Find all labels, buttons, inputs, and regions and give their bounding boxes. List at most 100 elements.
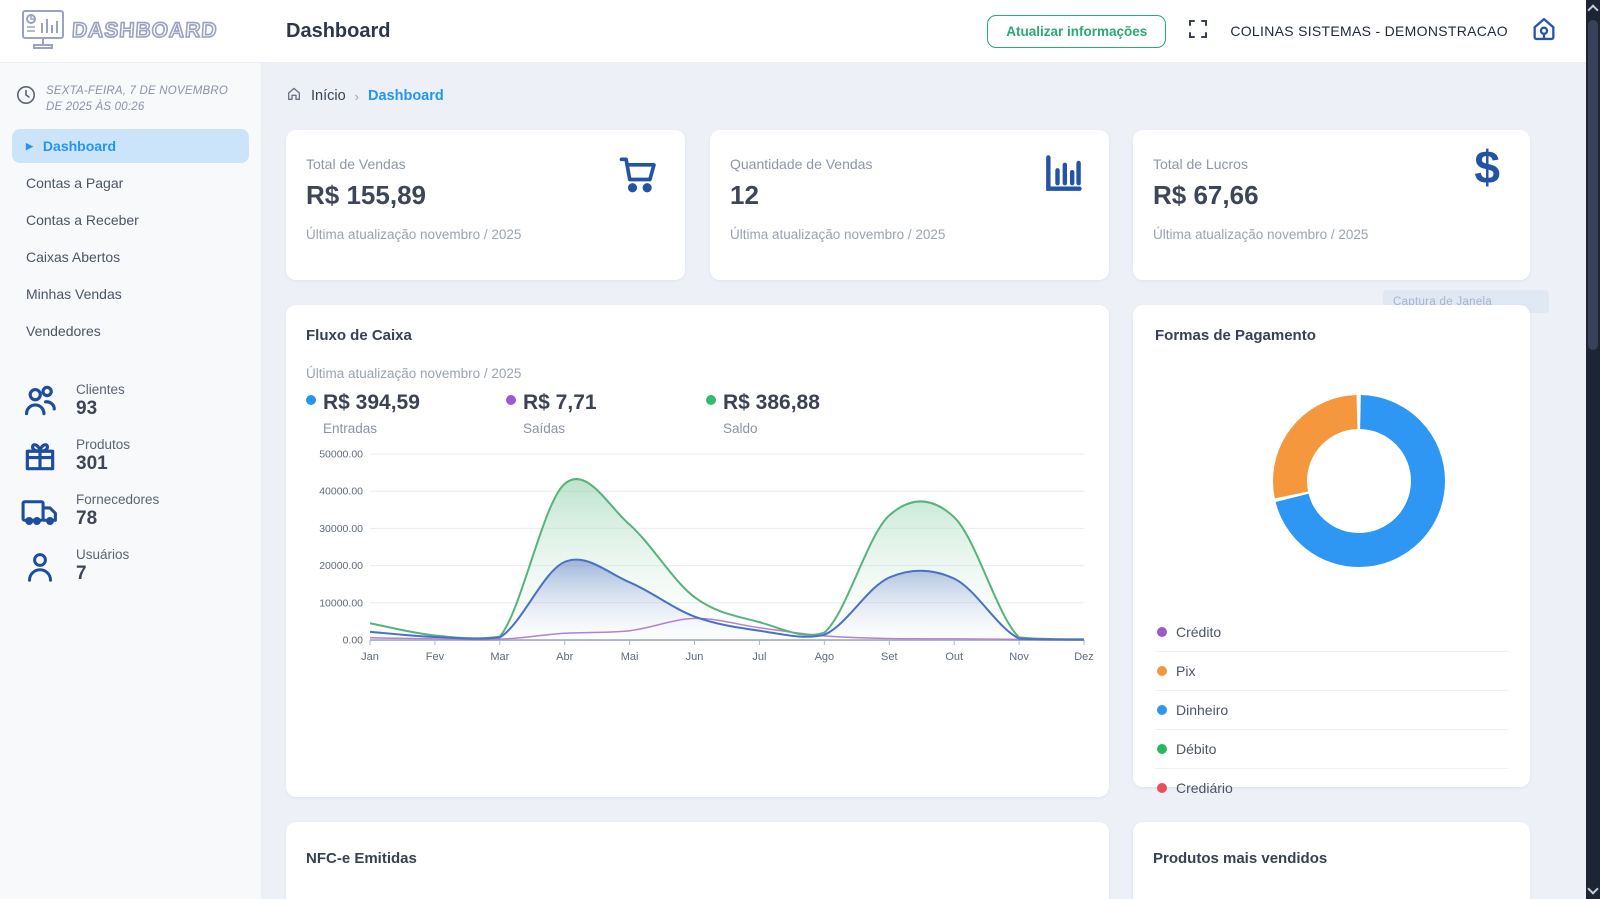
bar-chart-icon (1041, 152, 1085, 201)
card-updated: Última atualização novembro / 2025 (1153, 227, 1369, 242)
payments-title: Formas de Pagamento (1155, 327, 1316, 344)
clock-icon (17, 86, 35, 104)
legend-dot (1157, 666, 1167, 676)
payments-donut-chart (1253, 375, 1465, 587)
cashflow-kpi-saldo: R$ 386,88 Saldo (706, 391, 906, 436)
breadcrumb-home-icon[interactable] (286, 86, 302, 106)
breadcrumb: Início › Dashboard (262, 62, 1586, 106)
cart-icon (615, 152, 661, 201)
sidebar-item-contas-a-pagar[interactable]: Contas a Pagar (12, 166, 249, 200)
stat-usuarios[interactable]: Usuários 7 (20, 547, 249, 585)
sidebar-item-minhas-vendas[interactable]: Minhas Vendas (12, 277, 249, 311)
sidebar-item-caixas-abertos[interactable]: Caixas Abertos (12, 240, 249, 274)
stat-value: 78 (76, 508, 98, 530)
legend-label: Crediário (1176, 780, 1233, 796)
stat-label: Usuários (76, 547, 130, 563)
kpi-label: Saldo (723, 421, 758, 436)
app-header: DASHBOARD Dashboard Atualizar informaçõe… (0, 0, 1586, 62)
cashflow-kpi-entradas: R$ 394,59 Entradas (306, 391, 506, 436)
svg-text:Mai: Mai (621, 651, 639, 663)
svg-text:Nov: Nov (1009, 651, 1029, 663)
stat-produtos[interactable]: Produtos 301 (20, 437, 249, 475)
svg-text:Ago: Ago (815, 651, 835, 663)
legend-item-crediario[interactable]: Crediário (1155, 769, 1508, 807)
refresh-info-button[interactable]: Atualizar informações (987, 14, 1167, 48)
caret-right-icon: ▶ (26, 140, 33, 151)
sidebar-item-label: Caixas Abertos (26, 249, 121, 266)
stat-value: 7 (76, 563, 87, 585)
legend-item-dinheiro[interactable]: Dinheiro (1155, 691, 1508, 730)
top-products-title: Produtos mais vendidos (1153, 850, 1328, 867)
sidebar-item-contas-a-receber[interactable]: Contas a Receber (12, 203, 249, 237)
legend-item-debito[interactable]: Débito (1155, 730, 1508, 769)
legend-dot (1157, 705, 1167, 715)
svg-text:Jun: Jun (686, 651, 704, 663)
card-quantidade-vendas: Quantidade de Vendas 12 Última atualizaç… (710, 130, 1549, 313)
cashflow-area-chart: 0.00 10000.00 20000.00 30000.00 40000.00 5000… (306, 444, 1094, 681)
page-scrollbar[interactable] (1586, 0, 1600, 899)
saidas-dot (506, 395, 516, 405)
sidebar-item-label: Vendedores (26, 323, 101, 340)
sidebar-item-label: Contas a Pagar (26, 175, 124, 192)
top-products-card: Produtos mais vendidos (1133, 822, 1530, 899)
stat-value: 301 (76, 453, 108, 475)
stat-fornecedores[interactable]: Fornecedores 78 (20, 492, 249, 530)
svg-text:0.00: 0.00 (343, 635, 364, 647)
dollar-icon: $ (1474, 141, 1500, 193)
sidebar-item-vendedores[interactable]: Vendedores (12, 314, 249, 348)
stat-clientes[interactable]: Clientes 93 (20, 382, 249, 420)
card-updated: Última atualização novembro / 2025 (730, 227, 946, 242)
card-value: 12 (730, 180, 759, 210)
scrollbar-thumb[interactable] (1588, 20, 1598, 350)
payments-legend: Crédito Pix Dinheiro Débito Crediário (1155, 613, 1508, 807)
svg-text:Jul: Jul (752, 651, 766, 663)
kpi-value: R$ 386,88 (723, 391, 820, 414)
svg-text:Out: Out (945, 651, 963, 663)
chevron-right-icon: › (354, 88, 360, 104)
legend-dot (1157, 744, 1167, 754)
scroll-down-icon[interactable] (1587, 883, 1599, 895)
breadcrumb-current[interactable]: Dashboard (368, 88, 444, 104)
main-content: Início › Dashboard Total de Vendas R$ 15… (262, 62, 1586, 899)
home-icon[interactable] (1530, 15, 1558, 48)
cashflow-kpi-saidas: R$ 7,71 Saídas (506, 391, 706, 436)
sidebar-item-label: Minhas Vendas (26, 286, 122, 303)
users-icon (20, 382, 60, 420)
company-name: COLINAS SISTEMAS - DEMONSTRACAO (1230, 23, 1508, 39)
card-title: Total de Vendas (306, 156, 406, 172)
fullscreen-icon[interactable] (1188, 19, 1208, 44)
kpi-label: Saídas (523, 421, 566, 436)
truck-icon (20, 492, 60, 530)
svg-text:20000.00: 20000.00 (319, 560, 363, 572)
legend-item-credito[interactable]: Crédito (1155, 613, 1508, 652)
kpi-value: R$ 394,59 (323, 391, 420, 414)
svg-text:10000.00: 10000.00 (319, 597, 363, 609)
gift-icon (20, 437, 60, 475)
stat-label: Produtos (76, 437, 131, 453)
nfce-card: NFC-e Emitidas (286, 822, 1109, 899)
kpi-value: R$ 7,71 (523, 391, 597, 414)
sidebar-date: SEXTA-FEIRA, 7 DE NOVEMBRO DE 2025 ÀS 00… (12, 80, 249, 129)
svg-text:Jan: Jan (361, 651, 379, 663)
sidebar-item-label: Contas a Receber (26, 212, 139, 229)
svg-text:Dez: Dez (1074, 651, 1094, 663)
saldo-dot (706, 395, 716, 405)
app-logo: DASHBOARD (0, 8, 262, 55)
nfce-title: NFC-e Emitidas (306, 850, 417, 867)
sidebar-item-dashboard[interactable]: ▶ Dashboard (12, 129, 249, 164)
stat-label: Fornecedores (76, 492, 160, 508)
stat-value: 93 (76, 398, 98, 420)
legend-item-pix[interactable]: Pix (1155, 652, 1508, 691)
scroll-up-icon[interactable] (1587, 4, 1599, 16)
svg-text:Abr: Abr (556, 651, 573, 663)
monitor-chart-icon (20, 8, 66, 55)
legend-label: Pix (1176, 663, 1196, 679)
card-title: Total de Lucros (1153, 156, 1248, 172)
stat-label: Clientes (76, 382, 125, 398)
svg-text:Fev: Fev (426, 651, 445, 663)
sidebar-date-text: SEXTA-FEIRA, 7 DE NOVEMBRO DE 2025 ÀS 00… (46, 85, 228, 113)
card-updated: Última atualização novembro / 2025 (306, 227, 522, 242)
svg-text:Mar: Mar (490, 651, 509, 663)
breadcrumb-home[interactable]: Início (311, 88, 346, 104)
card-total-lucros: Total de Lucros R$ 67,66 Última atualiza… (1133, 130, 1530, 280)
